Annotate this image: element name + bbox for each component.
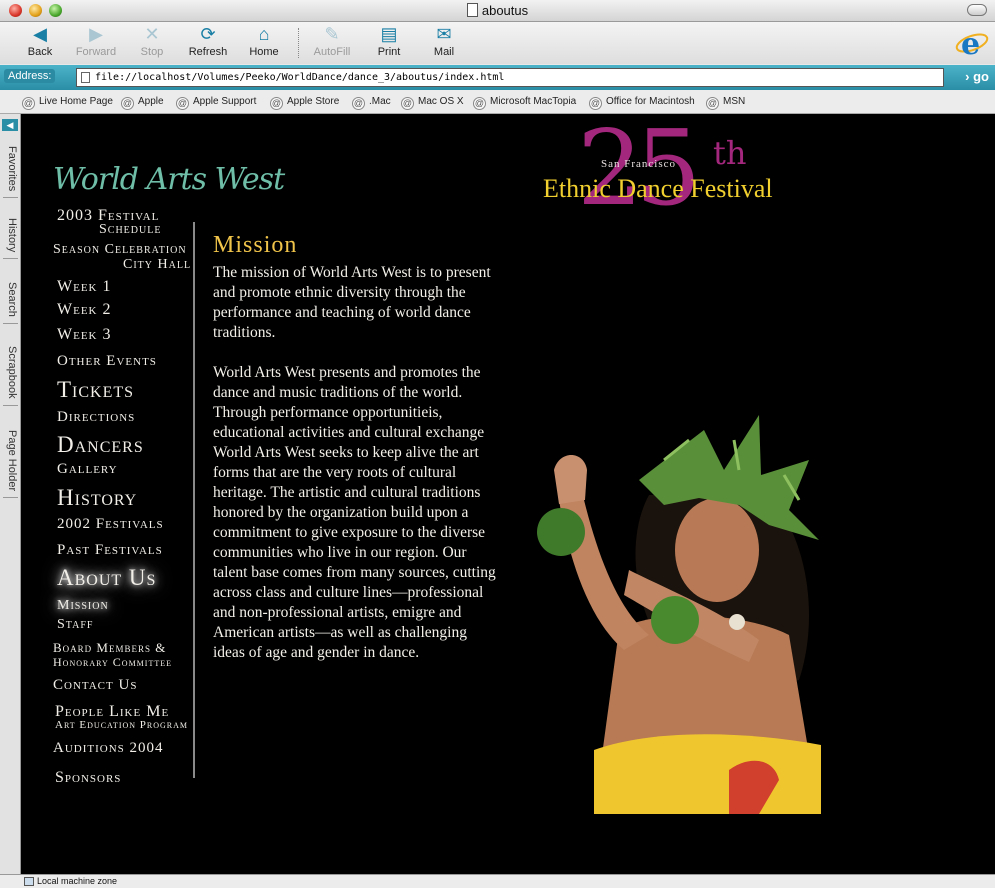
favorite-at-icon: @: [401, 97, 414, 110]
security-zone-icon: [24, 877, 34, 886]
refresh-icon: ⟳: [200, 24, 216, 44]
title-bar: aboutus: [0, 0, 995, 22]
nav-past-festivals[interactable]: Past Festivals: [57, 542, 163, 559]
festival-city: San Francisco: [601, 158, 677, 170]
tab-page-holder[interactable]: Page Holder: [3, 430, 18, 499]
favorite-at-icon: @: [473, 97, 486, 110]
toolbar-toggle-button[interactable]: [967, 4, 987, 16]
mail-icon: ✉: [436, 24, 452, 44]
nav-mission[interactable]: Mission: [57, 598, 109, 614]
web-page-content: World Arts West 25 th San Francisco Ethn…: [21, 114, 995, 874]
festival-name: Ethnic Dance Festival: [543, 174, 773, 203]
nav-contact-us[interactable]: Contact Us: [53, 677, 137, 694]
nav-week-1[interactable]: Week 1: [57, 278, 111, 296]
tab-history[interactable]: History: [3, 218, 18, 260]
side-panel-toggle-icon[interactable]: ◀: [2, 119, 18, 131]
home-button[interactable]: ⌂ Home: [236, 24, 292, 62]
nav-season-celebration[interactable]: Season Celebration: [53, 242, 187, 258]
window-title: aboutus: [0, 3, 995, 18]
back-button[interactable]: ◀ Back: [12, 24, 68, 62]
mission-text: The mission of World Arts West is to pre…: [213, 263, 499, 683]
favorite-link[interactable]: @ MSN: [706, 96, 745, 110]
file-icon: [81, 72, 90, 83]
favorite-link[interactable]: @ Apple Store: [270, 96, 339, 110]
nav-dancers[interactable]: Dancers: [57, 432, 144, 457]
mission-paragraph: World Arts West presents and promotes th…: [213, 364, 496, 661]
tab-favorites[interactable]: Favorites: [3, 146, 18, 199]
favorite-at-icon: @: [352, 97, 365, 110]
tab-scrapbook[interactable]: Scrapbook: [3, 346, 18, 406]
nav-about-us[interactable]: About Us: [57, 565, 156, 590]
nav-auditions-2004[interactable]: Auditions 2004: [53, 740, 164, 757]
favorite-link[interactable]: @ .Mac: [352, 96, 391, 110]
toolbar-separator: [298, 28, 299, 58]
forward-arrow-icon: ▶: [89, 24, 103, 44]
nav-board-members[interactable]: Board Members &: [53, 641, 166, 655]
tab-search[interactable]: Search: [3, 282, 18, 324]
pencil-icon: ✎: [324, 24, 340, 44]
nav-tickets[interactable]: Tickets: [57, 377, 134, 402]
mission-heading: Mission: [213, 232, 298, 258]
favorite-at-icon: @: [706, 97, 719, 110]
home-icon: ⌂: [258, 24, 270, 44]
festival-banner: 25 th San Francisco Ethnic Dance Festiva…: [541, 116, 841, 232]
favorite-at-icon: @: [176, 97, 189, 110]
nav-2002-festivals[interactable]: 2002 Festivals: [57, 516, 164, 533]
nav-week-3[interactable]: Week 3: [57, 326, 111, 344]
favorite-at-icon: @: [22, 97, 35, 110]
stop-x-icon: ✕: [144, 24, 160, 44]
stop-button[interactable]: ✕ Stop: [124, 24, 180, 62]
nav-gallery[interactable]: Gallery: [57, 461, 118, 478]
explorer-side-tabs: ◀ Favorites History Search Scrapbook Pag…: [0, 114, 21, 874]
internet-explorer-logo-icon: e: [955, 27, 989, 60]
favorite-link[interactable]: @ Live Home Page: [22, 96, 113, 110]
mission-paragraph: The mission of World Arts West is to pre…: [213, 264, 491, 341]
nav-honorary-committee[interactable]: Honorary Committee: [53, 656, 172, 669]
nav-city-hall[interactable]: City Hall: [123, 257, 191, 273]
forward-button[interactable]: ▶ Forward: [68, 24, 124, 62]
printer-icon: ▤: [380, 24, 398, 44]
refresh-button[interactable]: ⟳ Refresh: [180, 24, 236, 62]
mail-button[interactable]: ✉ Mail: [416, 24, 472, 62]
nav-divider: [193, 222, 195, 778]
favorite-link[interactable]: @ Mac OS X: [401, 96, 464, 110]
nav-week-2[interactable]: Week 2: [57, 301, 111, 319]
hula-dancer-photo: [499, 400, 823, 814]
address-bar: Address: file://localhost/Volumes/Peeko/…: [0, 65, 995, 90]
favorites-bar: @ Live Home Page @ Apple @ Apple Support @ A…: [0, 90, 995, 114]
status-bar: Local machine zone: [0, 874, 995, 888]
print-button[interactable]: ▤ Print: [361, 24, 417, 62]
nav-directions[interactable]: Directions: [57, 409, 135, 426]
favorite-at-icon: @: [270, 97, 283, 110]
browser-toolbar: ◀ Back ▶ Forward ✕ Stop ⟳ Refresh ⌂ Home…: [0, 22, 995, 64]
favorite-link[interactable]: @ Apple Support: [176, 96, 256, 110]
go-button[interactable]: › go: [965, 69, 989, 84]
favorite-at-icon: @: [121, 97, 134, 110]
security-zone-text: Local machine zone: [37, 876, 118, 886]
favorite-at-icon: @: [589, 97, 602, 110]
nav-other-events[interactable]: Other Events: [57, 353, 157, 370]
favorite-link[interactable]: @ Microsoft MacTopia: [473, 96, 576, 110]
favorite-link[interactable]: @ Apple: [121, 96, 164, 110]
address-label: Address:: [4, 69, 56, 83]
world-arts-west-logo[interactable]: World Arts West: [53, 162, 285, 197]
document-icon: [466, 3, 478, 17]
nav-staff[interactable]: Staff: [57, 617, 93, 633]
festival-number-suffix: th: [713, 134, 747, 172]
svg-text:e: e: [961, 27, 980, 60]
back-arrow-icon: ◀: [33, 24, 47, 44]
favorite-link[interactable]: @ Office for Macintosh: [589, 96, 695, 110]
nav-sponsors[interactable]: Sponsors: [55, 769, 121, 787]
autofill-button[interactable]: ✎ AutoFill: [304, 24, 360, 62]
address-input[interactable]: file://localhost/Volumes/Peeko/WorldDanc…: [76, 68, 944, 87]
nav-history[interactable]: History: [57, 485, 137, 510]
nav-schedule[interactable]: Schedule: [99, 222, 161, 238]
nav-art-education-program[interactable]: Art Education Program: [55, 719, 188, 732]
